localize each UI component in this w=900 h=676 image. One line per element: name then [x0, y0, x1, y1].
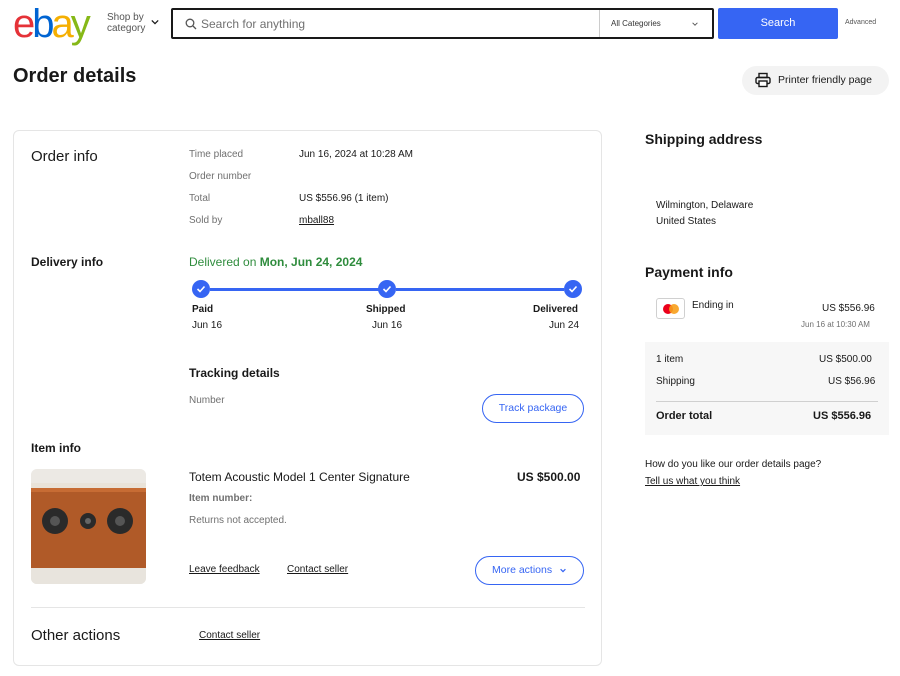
delivery-status-prefix: Delivered on: [189, 255, 257, 269]
summary-divider: [656, 401, 878, 402]
item-price: US $500.00: [517, 470, 581, 484]
category-select-value: All Categories: [611, 19, 661, 28]
delivery-status: Delivered on Mon, Jun 24, 2024: [189, 255, 362, 269]
order-total-label: Order total: [656, 410, 713, 422]
item-info-heading: Item info: [31, 441, 81, 455]
track-package-button[interactable]: Track package: [482, 394, 584, 423]
shop-by-label: Shop by: [107, 12, 144, 23]
card-ending-label: Ending in: [692, 300, 734, 311]
feedback-link[interactable]: Tell us what you think: [645, 476, 740, 487]
progress-line: [396, 288, 564, 291]
feedback-question: How do you like our order details page?: [645, 459, 822, 470]
shop-by-category-button[interactable]: Shop by category: [107, 12, 159, 34]
card-charge-date: Jun 16 at 10:30 AM: [801, 320, 870, 329]
chevron-down-icon: [151, 19, 159, 25]
printer-icon: [755, 72, 771, 88]
search-button[interactable]: Search: [718, 8, 838, 39]
seller-link[interactable]: mball88: [299, 215, 334, 226]
delivery-status-date: Mon, Jun 24, 2024: [259, 255, 363, 269]
delivery-info-heading: Delivery info: [31, 255, 104, 269]
more-actions-label: More actions: [491, 564, 553, 576]
returns-policy: Returns not accepted.: [189, 515, 287, 526]
divider: [31, 607, 585, 608]
delivery-progress-tracker: [192, 279, 582, 299]
items-value: US $500.00: [819, 354, 872, 365]
category-label: category: [107, 23, 146, 34]
total-label: Total: [189, 193, 211, 204]
search-bar: All Categories: [171, 8, 714, 39]
shipping-label: Shipping: [656, 376, 695, 387]
sold-by-label: Sold by: [189, 215, 223, 226]
printer-friendly-button[interactable]: Printer friendly page: [742, 66, 889, 95]
category-select[interactable]: All Categories: [599, 10, 712, 37]
chevron-down-icon: [692, 22, 698, 26]
card-amount: US $556.96: [822, 303, 875, 314]
shipping-value: US $56.96: [828, 376, 876, 387]
time-placed-label: Time placed: [189, 149, 244, 160]
item-title-link[interactable]: Totem Acoustic Model 1 Center Signature: [189, 470, 410, 484]
more-actions-button[interactable]: More actions: [475, 556, 584, 585]
order-number-label: Order number: [189, 171, 252, 182]
step-paid-check-icon: [192, 280, 210, 298]
step-name: Shipped: [366, 304, 406, 315]
step-delivered-check-icon: [564, 280, 582, 298]
search-icon: [185, 18, 197, 30]
order-total-value: US $556.96: [813, 410, 872, 422]
contact-seller-link[interactable]: Contact seller: [287, 564, 348, 575]
advanced-search-link[interactable]: Advanced: [845, 19, 876, 26]
shipping-city-state: Wilmington, Delaware: [656, 200, 754, 211]
order-info-heading: Order info: [31, 148, 98, 165]
mastercard-icon: [656, 298, 685, 319]
time-placed-value: Jun 16, 2024 at 10:28 AM: [299, 149, 413, 160]
chevron-down-icon: [560, 568, 566, 573]
payment-info-heading: Payment info: [645, 264, 733, 280]
search-input[interactable]: [201, 13, 591, 35]
ebay-logo[interactable]: ebay: [13, 4, 91, 44]
page-title: Order details: [13, 65, 137, 87]
items-label: 1 item: [656, 354, 684, 365]
tracking-details-heading: Tracking details: [189, 366, 280, 380]
speaker-image: [31, 469, 146, 584]
leave-feedback-link[interactable]: Leave feedback: [189, 564, 260, 575]
step-name: Paid: [192, 304, 214, 315]
other-actions-heading: Other actions: [31, 627, 121, 644]
step-date: Jun 24: [549, 320, 580, 331]
tracking-number-label: Number: [189, 395, 225, 406]
step-date: Jun 16: [192, 320, 223, 331]
shipping-country: United States: [656, 216, 717, 227]
other-contact-seller-link[interactable]: Contact seller: [199, 630, 260, 641]
step-name: Delivered: [533, 304, 579, 315]
step-shipped-check-icon: [378, 280, 396, 298]
step-date: Jun 16: [372, 320, 403, 331]
total-value: US $556.96 (1 item): [299, 193, 389, 204]
shipping-address-heading: Shipping address: [645, 131, 763, 147]
item-number-label: Item number:: [189, 493, 253, 504]
printer-friendly-label: Printer friendly page: [778, 74, 872, 86]
item-thumbnail[interactable]: [31, 469, 146, 584]
progress-line: [210, 288, 384, 291]
